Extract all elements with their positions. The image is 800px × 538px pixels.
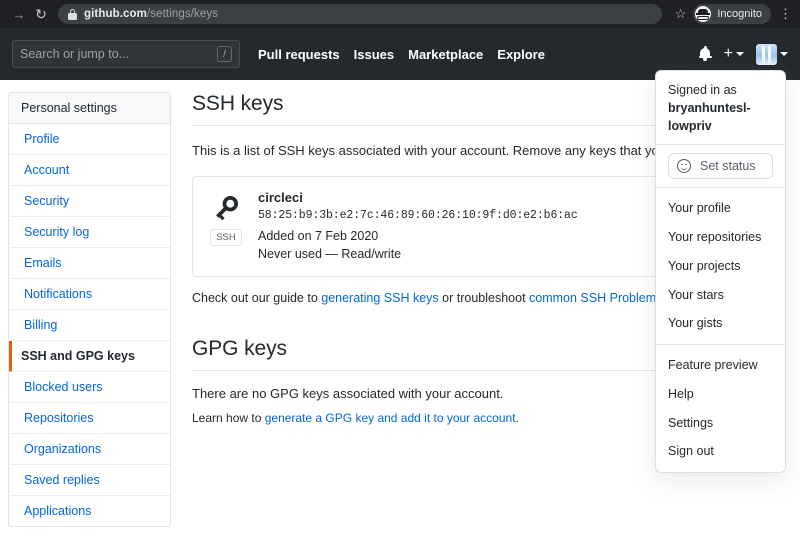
nav-explore[interactable]: Explore	[497, 47, 545, 62]
guide-prefix: Check out our guide to	[192, 290, 322, 305]
incognito-indicator[interactable]: Incognito	[693, 4, 771, 24]
generating-ssh-keys-link[interactable]: generating SSH keys	[321, 291, 438, 305]
user-dropdown-menu: Signed in as bryanhuntesl-lowpriv Set st…	[655, 70, 786, 474]
reload-icon[interactable]: ↻	[30, 3, 52, 25]
incognito-icon	[695, 6, 712, 22]
dropdown-group-secondary: Feature preview Help Settings Sign out	[656, 345, 785, 472]
menu-item-sign-out[interactable]: Sign out	[656, 437, 785, 466]
create-new-button[interactable]: +	[724, 46, 744, 62]
sidebar-item-organizations[interactable]: Organizations	[9, 434, 170, 465]
incognito-label: Incognito	[717, 8, 762, 20]
menu-item-your-gists[interactable]: Your gists	[656, 309, 785, 338]
generate-gpg-key-link[interactable]: generate a GPG key and add it to your ac…	[265, 411, 516, 425]
set-status-label: Set status	[700, 159, 756, 174]
header-actions: +	[698, 43, 788, 65]
avatar	[756, 43, 777, 65]
menu-item-your-profile[interactable]: Your profile	[656, 194, 785, 223]
address-bar[interactable]: github.com/settings/keys	[58, 4, 662, 24]
menu-item-settings[interactable]: Settings	[656, 409, 785, 438]
user-menu-button[interactable]	[756, 43, 788, 65]
sidebar-item-repositories[interactable]: Repositories	[9, 403, 170, 434]
dropdown-group-primary: Your profile Your repositories Your proj…	[656, 188, 785, 344]
learn-suffix: .	[515, 410, 519, 425]
search-placeholder: Search or jump to...	[20, 47, 130, 61]
search-shortcut-key: /	[217, 46, 232, 62]
key-icon-column: SSH	[208, 190, 244, 263]
personal-settings-card: Personal settings Profile Account Securi…	[8, 92, 171, 527]
global-nav: Pull requests Issues Marketplace Explore	[258, 47, 699, 62]
plus-icon: +	[723, 45, 733, 62]
signed-in-block: Signed in as bryanhuntesl-lowpriv	[656, 71, 785, 144]
bell-icon[interactable]	[698, 45, 712, 62]
chevron-down-icon	[780, 52, 788, 56]
sidebar-item-billing[interactable]: Billing	[9, 310, 170, 341]
url-text: github.com/settings/keys	[84, 8, 218, 20]
star-icon[interactable]: ☆	[675, 6, 687, 22]
dropdown-pointer	[760, 70, 776, 78]
set-status-button[interactable]: Set status	[668, 153, 773, 180]
url-domain: github.com	[84, 8, 147, 20]
chevron-down-icon	[736, 52, 744, 56]
nav-issues[interactable]: Issues	[354, 47, 394, 62]
sidebar-item-saved-replies[interactable]: Saved replies	[9, 465, 170, 496]
ssh-badge: SSH	[210, 228, 242, 246]
guide-middle: or troubleshoot	[438, 290, 530, 305]
sidebar-item-notifications[interactable]: Notifications	[9, 279, 170, 310]
sidebar-item-emails[interactable]: Emails	[9, 248, 170, 279]
sidebar-item-applications[interactable]: Applications	[9, 496, 170, 526]
search-input[interactable]: Search or jump to... /	[12, 40, 240, 68]
sidebar-item-account[interactable]: Account	[9, 155, 170, 186]
menu-item-help[interactable]: Help	[656, 380, 785, 409]
nav-pull-requests[interactable]: Pull requests	[258, 47, 340, 62]
key-icon	[216, 195, 238, 220]
common-ssh-problems-link[interactable]: common SSH Problems	[529, 291, 662, 305]
url-path: /settings/keys	[146, 8, 219, 20]
menu-item-feature-preview[interactable]: Feature preview	[656, 351, 785, 380]
smiley-icon	[677, 159, 691, 174]
sidebar-item-ssh-and-gpg-keys[interactable]: SSH and GPG keys	[9, 341, 170, 372]
menu-item-your-repositories[interactable]: Your repositories	[656, 223, 785, 252]
sidebar-item-security-log[interactable]: Security log	[9, 217, 170, 248]
signed-in-as-label: Signed in as	[668, 83, 737, 97]
lock-icon	[68, 8, 77, 20]
sidebar-header: Personal settings	[9, 93, 170, 124]
sidebar-item-security[interactable]: Security	[9, 186, 170, 217]
kebab-menu-icon[interactable]: ⋮	[779, 6, 792, 22]
learn-prefix: Learn how to	[192, 410, 265, 425]
settings-sidebar: Personal settings Profile Account Securi…	[8, 92, 171, 538]
nav-marketplace[interactable]: Marketplace	[408, 47, 483, 62]
menu-item-your-stars[interactable]: Your stars	[656, 281, 785, 310]
set-status-wrapper: Set status	[656, 145, 785, 187]
sidebar-item-profile[interactable]: Profile	[9, 124, 170, 155]
signed-in-username: bryanhuntesl-lowpriv	[668, 101, 751, 134]
sidebar-item-blocked-users[interactable]: Blocked users	[9, 372, 170, 403]
menu-item-your-projects[interactable]: Your projects	[656, 252, 785, 281]
back-arrow-icon[interactable]: →	[8, 3, 30, 25]
browser-toolbar: → ↻ github.com/settings/keys ☆ Incognito…	[0, 0, 800, 28]
